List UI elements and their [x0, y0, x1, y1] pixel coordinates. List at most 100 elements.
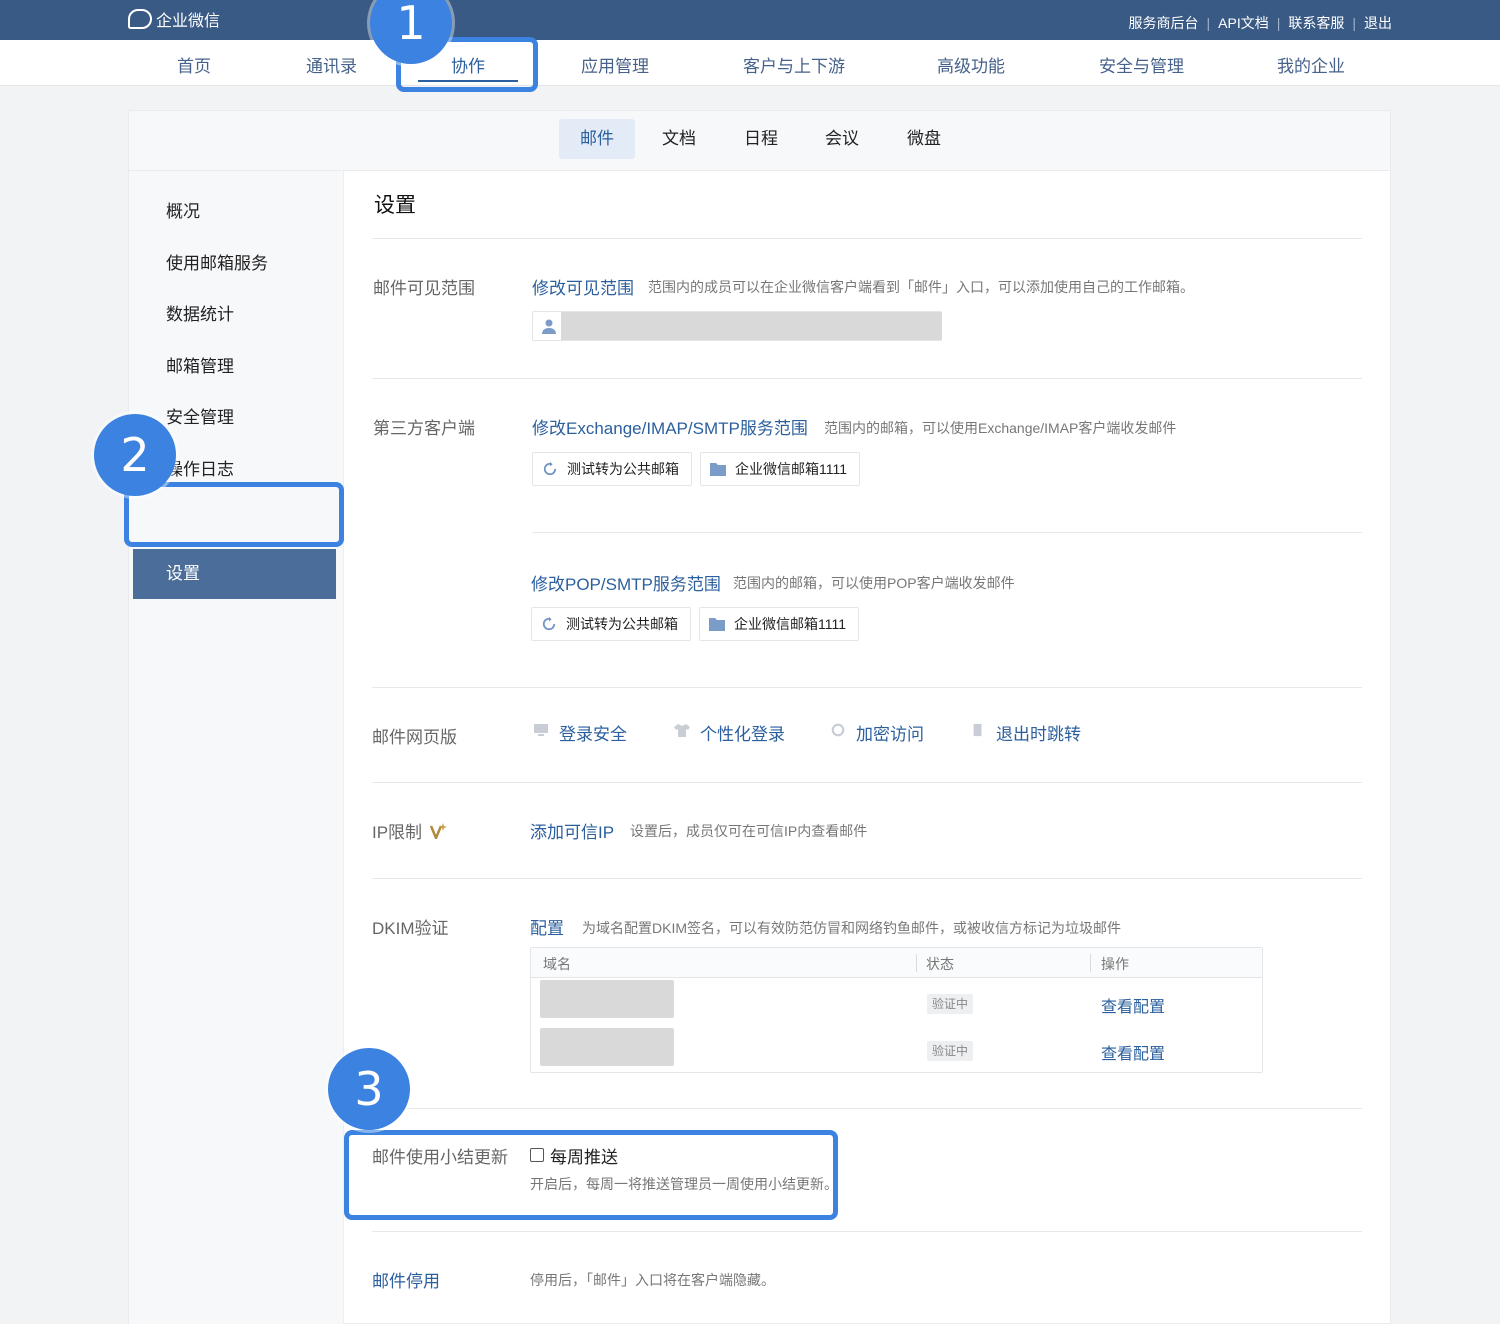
top-bar: 企业微信 服务商后台 | API文档 | 联系客服 | 退出 — [0, 0, 1500, 40]
divider — [372, 1108, 1362, 1109]
tab-meeting[interactable]: 会议 — [804, 119, 880, 159]
custom-login-link[interactable]: 个性化登录 — [674, 720, 785, 745]
logo[interactable]: 企业微信 — [128, 7, 220, 31]
login-security-link[interactable]: 登录安全 — [533, 720, 627, 745]
status-badge: 验证中 — [927, 994, 974, 1014]
link-label: 登录安全 — [559, 725, 627, 744]
edit-pop-scope-link[interactable]: 修改POP/SMTP服务范围 — [531, 570, 721, 595]
visibility-desc: 范围内的成员可以在企业微信客户端看到「邮件」入口，可以添加使用自己的工作邮箱。 — [648, 279, 1194, 295]
encrypted-access-link[interactable]: 加密访问 — [830, 720, 924, 745]
link-partner-admin[interactable]: 服务商后台 — [1129, 13, 1199, 33]
sidebar-item-security[interactable]: 安全管理 — [166, 403, 234, 428]
sub-tabs: 邮件 文档 日程 会议 微盘 — [129, 111, 1390, 171]
column-separator — [1090, 954, 1091, 972]
sidebar-item-logs[interactable]: 操作日志 — [166, 455, 234, 480]
door-icon — [973, 723, 982, 737]
logo-text: 企业微信 — [156, 13, 221, 30]
dkim-desc: 为域名配置DKIM签名，可以有效防范仿冒和网络钓鱼邮件，或被收信方标记为垃圾邮件 — [582, 920, 1121, 936]
dkim-label: DKIM验证 — [372, 919, 449, 938]
ip-desc: 设置后，成员仅可在可信IP内查看邮件 — [630, 823, 868, 839]
redacted-members — [561, 312, 942, 340]
chip-label: 测试转为公共邮箱 — [567, 461, 679, 477]
highlight-summary — [344, 1130, 838, 1220]
logout-redirect-link[interactable]: 退出时跳转 — [970, 720, 1081, 745]
tab-drive[interactable]: 微盘 — [886, 119, 962, 159]
ip-label-text: IP限制 — [372, 823, 423, 842]
refresh-icon — [543, 462, 557, 476]
table-header: 域名 状态 操作 — [531, 948, 1262, 978]
web-label: 邮件网页版 — [372, 728, 457, 747]
tab-schedule[interactable]: 日程 — [723, 119, 799, 159]
column-separator — [916, 954, 917, 972]
view-config-link[interactable]: 查看配置 — [1101, 993, 1165, 1017]
link-api-docs[interactable]: API文档 — [1218, 13, 1269, 33]
divider — [532, 532, 1362, 533]
divider — [372, 378, 1362, 379]
main-nav: 首页 通讯录 协作 应用管理 客户与上下游 高级功能 安全与管理 我的企业 — [0, 40, 1500, 86]
link-logout[interactable]: 退出 — [1364, 13, 1392, 33]
shield-icon — [831, 723, 845, 737]
step-badge-2: 2 — [94, 414, 176, 496]
chip-mail-group[interactable]: 企业微信邮箱1111 — [699, 607, 860, 641]
chip-label: 企业微信邮箱1111 — [735, 461, 848, 477]
status-badge: 验证中 — [927, 1041, 974, 1061]
nav-customers[interactable]: 客户与上下游 — [743, 52, 845, 77]
sidebar-item-mailbox-management[interactable]: 邮箱管理 — [166, 352, 234, 377]
divider — [372, 687, 1362, 688]
chip-label: 测试转为公共邮箱 — [566, 616, 678, 632]
refresh-icon — [542, 617, 556, 631]
nav-advanced[interactable]: 高级功能 — [937, 52, 1005, 77]
nav-security[interactable]: 安全与管理 — [1099, 52, 1184, 77]
nav-my-company[interactable]: 我的企业 — [1277, 52, 1345, 77]
chip-mail-group[interactable]: 企业微信邮箱1111 — [700, 452, 861, 486]
add-trusted-ip-link[interactable]: 添加可信IP — [530, 818, 614, 843]
dkim-config-link[interactable]: 配置 — [530, 914, 564, 939]
link-label: 个性化登录 — [700, 725, 785, 744]
divider — [372, 782, 1362, 783]
sidebar: 概况 使用邮箱服务 数据统计 邮箱管理 安全管理 操作日志 设置 — [129, 171, 344, 1324]
redacted-domain — [540, 980, 674, 1018]
person-icon — [542, 319, 556, 334]
sidebar-item-settings[interactable]: 设置 — [133, 549, 336, 599]
divider — [372, 1231, 1362, 1232]
visible-members-box — [532, 311, 942, 341]
divider — [372, 238, 1362, 239]
page-title: 设置 — [374, 194, 416, 217]
edit-visibility-link[interactable]: 修改可见范围 — [532, 274, 634, 299]
third-party-label: 第三方客户端 — [373, 419, 475, 438]
sidebar-item-use-mail[interactable]: 使用邮箱服务 — [166, 249, 268, 274]
separator: | — [1352, 15, 1356, 31]
tab-docs[interactable]: 文档 — [641, 119, 717, 159]
ip-restriction-label: IP限制 — [372, 818, 448, 843]
step-badge-3: 3 — [328, 1048, 410, 1130]
highlight-settings — [124, 482, 344, 547]
folder-icon — [710, 463, 726, 476]
tab-mail[interactable]: 邮件 — [559, 119, 635, 159]
redacted-domain — [540, 1028, 674, 1066]
nav-app-management[interactable]: 应用管理 — [581, 52, 649, 77]
column-header-status: 状态 — [926, 956, 954, 972]
divider — [372, 878, 1362, 879]
link-support[interactable]: 联系客服 — [1288, 13, 1344, 33]
disable-mail-link[interactable]: 邮件停用 — [372, 1267, 440, 1292]
chip-public-mailbox[interactable]: 测试转为公共邮箱 — [531, 607, 691, 641]
view-config-link[interactable]: 查看配置 — [1101, 1040, 1165, 1064]
nav-contacts[interactable]: 通讯录 — [306, 52, 357, 77]
nav-home[interactable]: 首页 — [177, 52, 211, 77]
disable-desc: 停用后，「邮件」入口将在客户端隐藏。 — [530, 1272, 775, 1288]
pop-desc: 范围内的邮箱，可以使用POP客户端收发邮件 — [733, 575, 1015, 591]
top-links: 服务商后台 | API文档 | 联系客服 | 退出 — [1129, 13, 1393, 33]
separator: | — [1206, 15, 1211, 31]
link-label: 加密访问 — [856, 725, 924, 744]
edit-imap-scope-link[interactable]: 修改Exchange/IMAP/SMTP服务范围 — [532, 414, 808, 439]
imap-desc: 范围内的邮箱，可以使用Exchange/IMAP客户端收发邮件 — [824, 420, 1177, 436]
wecom-logo-icon — [128, 9, 152, 29]
chip-label: 企业微信邮箱1111 — [734, 616, 847, 632]
dkim-table: 域名 状态 操作 验证中 查看配置 验证中 查看配置 — [530, 947, 1263, 1073]
column-header-domain: 域名 — [543, 956, 571, 972]
column-header-action: 操作 — [1101, 956, 1129, 972]
link-label: 退出时跳转 — [996, 725, 1081, 744]
sidebar-item-statistics[interactable]: 数据统计 — [166, 300, 234, 325]
sidebar-item-overview[interactable]: 概况 — [166, 197, 200, 222]
chip-public-mailbox[interactable]: 测试转为公共邮箱 — [532, 452, 692, 486]
